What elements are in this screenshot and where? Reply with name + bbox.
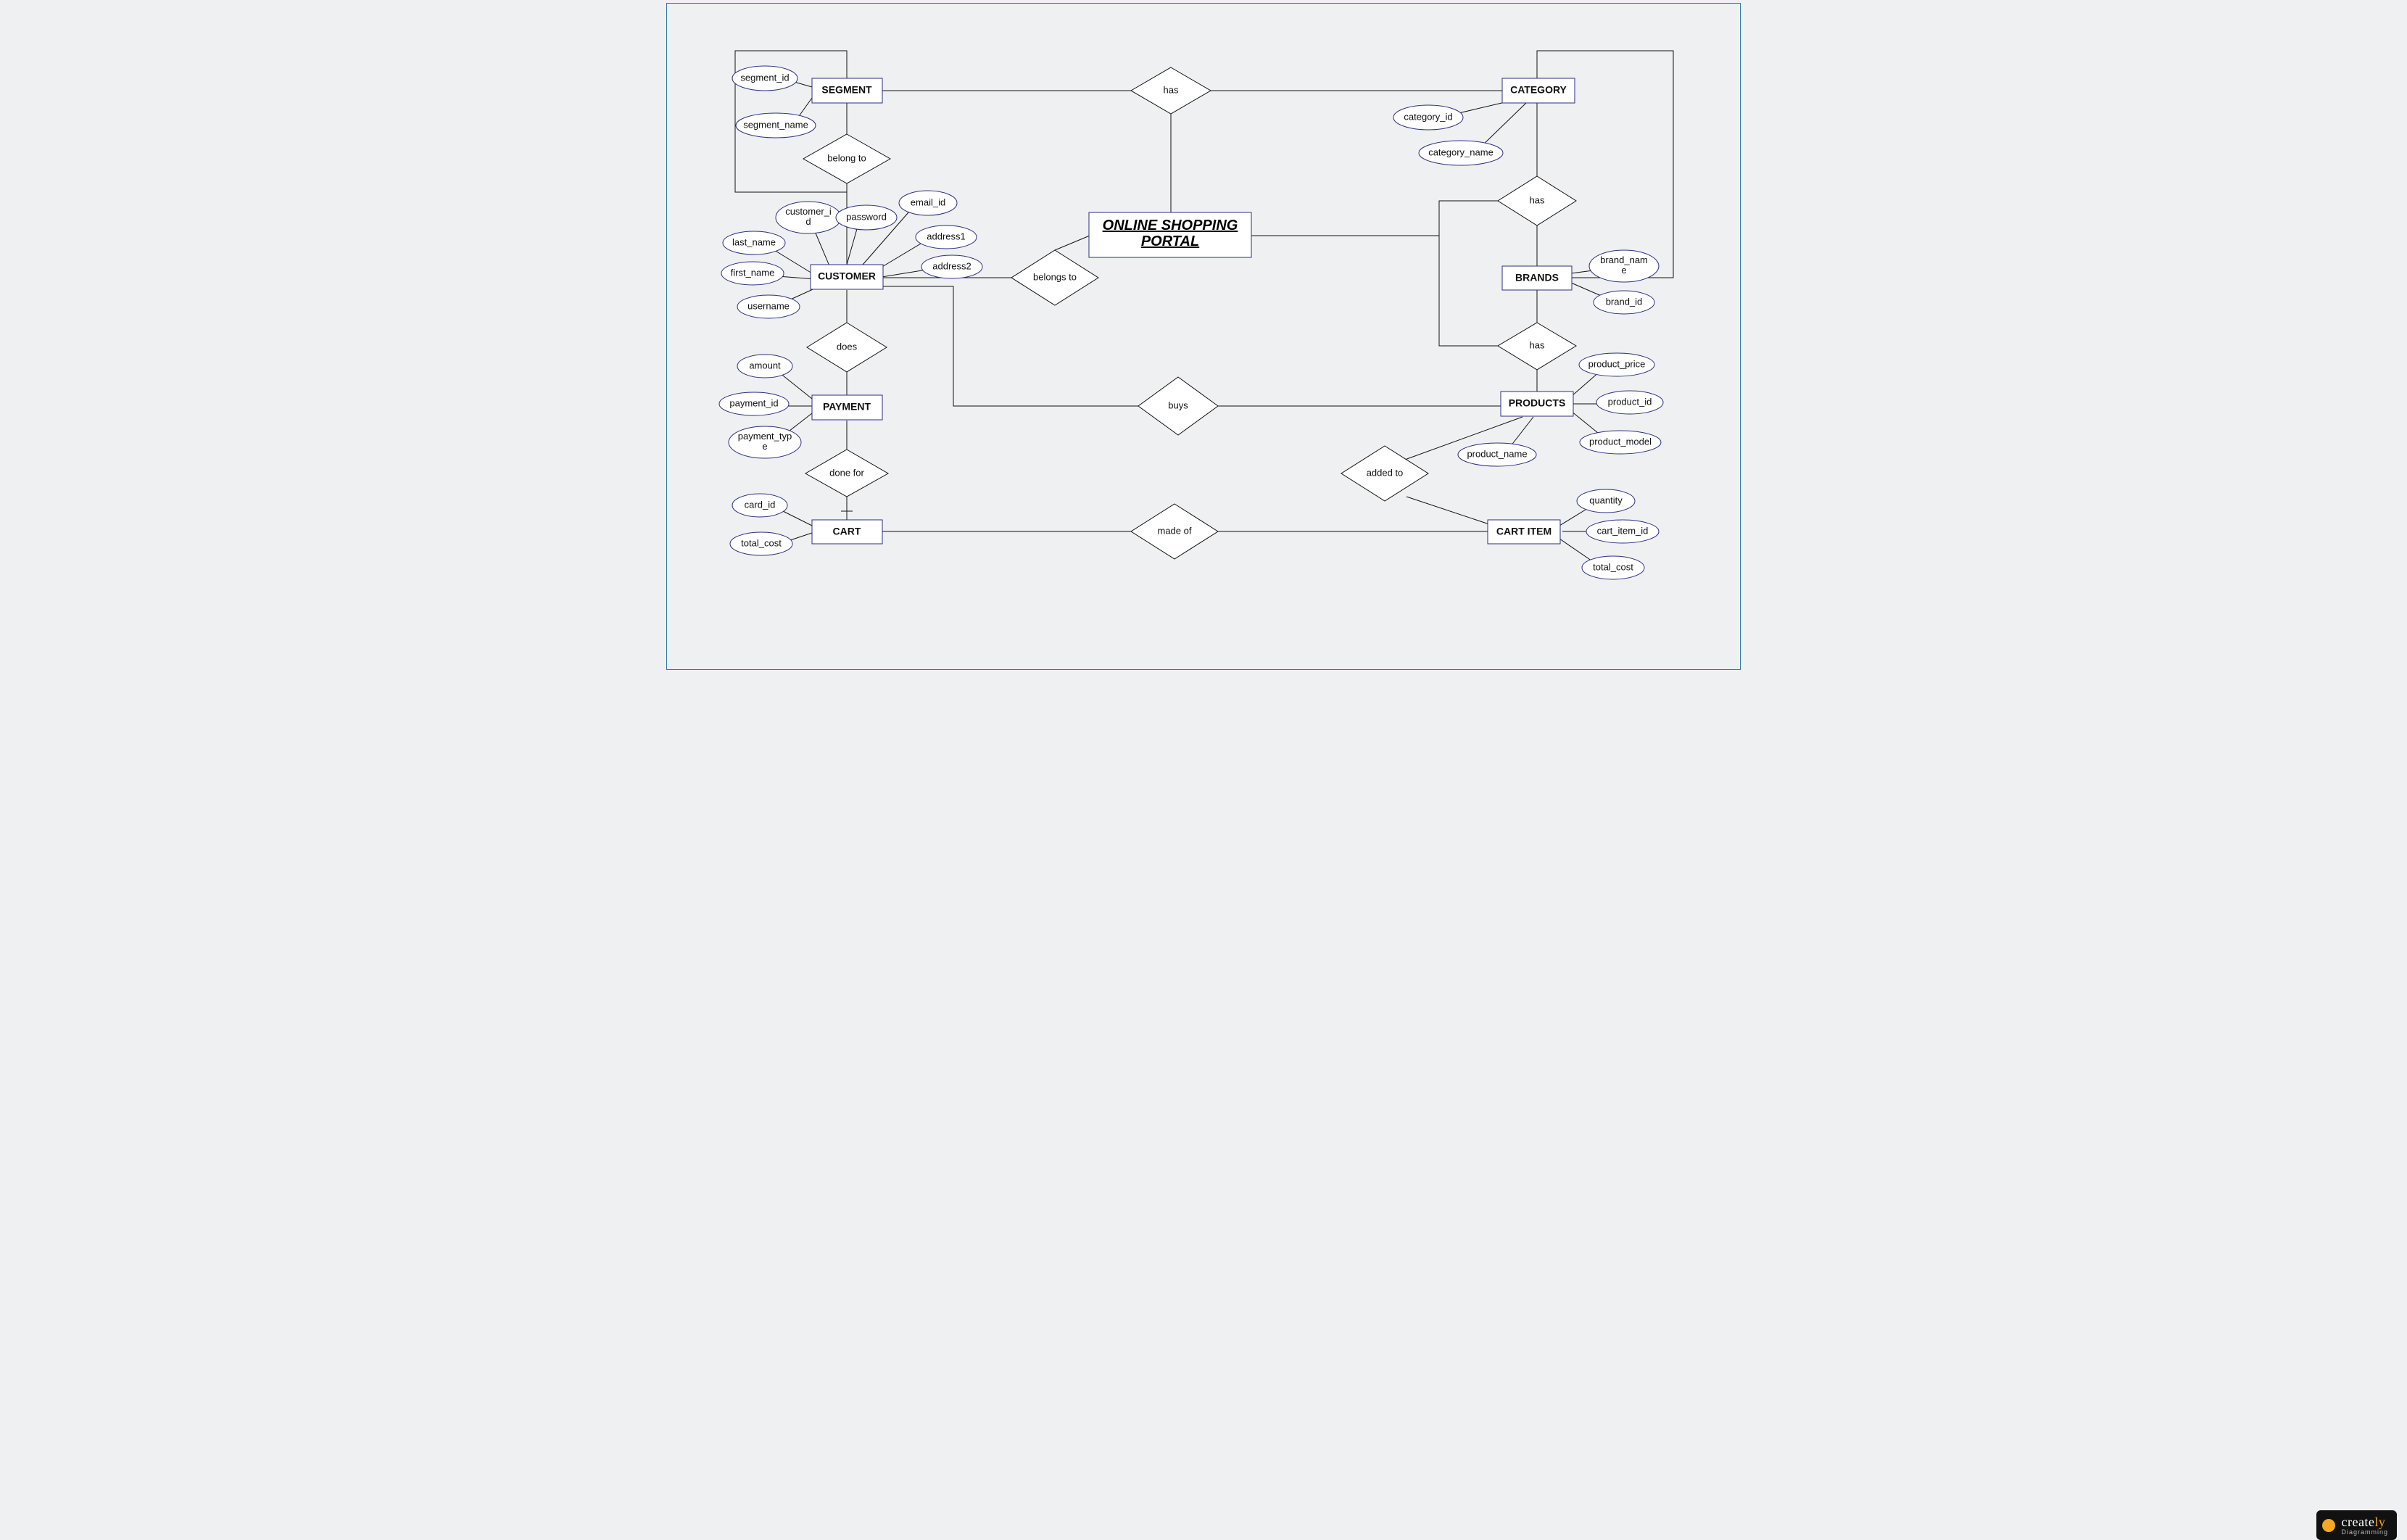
entity-payment: PAYMENT — [812, 395, 882, 420]
svg-text:category_name: category_name — [1428, 146, 1494, 157]
attr-product-model: product_model — [1580, 431, 1661, 454]
svg-text:belongs to: belongs to — [1033, 271, 1077, 282]
svg-text:address2: address2 — [932, 260, 971, 271]
svg-text:product_model: product_model — [1589, 436, 1652, 447]
svg-text:segment_id: segment_id — [740, 72, 789, 83]
attr-payment-type: payment_type — [729, 426, 801, 458]
svg-text:has: has — [1530, 194, 1545, 205]
svg-text:card_id: card_id — [745, 499, 776, 510]
svg-text:total_cost: total_cost — [1593, 561, 1633, 572]
attr-product-id: product_id — [1596, 391, 1663, 414]
svg-text:category_id: category_id — [1404, 111, 1452, 122]
rel-has-brand-prod: has — [1498, 323, 1576, 370]
entity-products-label: PRODUCTS — [1509, 397, 1566, 409]
entity-brands-label: BRANDS — [1515, 272, 1559, 283]
svg-text:has: has — [1164, 84, 1179, 95]
attr-product-price: product_price — [1579, 353, 1654, 376]
attr-cart-item-id: cart_item_id — [1586, 520, 1659, 543]
attr-brand-name: brand_name — [1589, 250, 1659, 282]
rel-made-of: made of — [1131, 504, 1218, 559]
svg-text:segment_name: segment_name — [743, 119, 808, 130]
attr-last-name: last_name — [723, 231, 785, 254]
attr-category-name: category_name — [1419, 141, 1503, 165]
diagram-canvas: SEGMENT CATEGORY CUSTOMER BRANDS PAYMENT… — [666, 3, 1741, 670]
svg-text:first_name: first_name — [731, 267, 775, 278]
svg-text:made of: made of — [1158, 525, 1192, 536]
attr-card-id: card_id — [732, 494, 787, 517]
entity-segment: SEGMENT — [812, 78, 882, 103]
svg-text:amount: amount — [749, 360, 781, 370]
attr-quantity: quantity — [1577, 489, 1635, 513]
rel-has-cat-brand: has — [1498, 176, 1576, 225]
svg-text:payment_id: payment_id — [729, 397, 778, 408]
entity-products: PRODUCTS — [1501, 392, 1573, 416]
portal-title-1: ONLINE SHOPPING — [1103, 218, 1238, 233]
rel-belongs-to: belongs to — [1011, 250, 1098, 305]
attr-password: password — [836, 205, 897, 230]
svg-text:address1: address1 — [927, 231, 965, 241]
svg-text:last_name: last_name — [732, 236, 776, 247]
entity-brands: BRANDS — [1502, 266, 1572, 290]
attr-first-name: first_name — [721, 262, 784, 285]
er-diagram-svg: SEGMENT CATEGORY CUSTOMER BRANDS PAYMENT… — [667, 4, 1741, 671]
entity-category: CATEGORY — [1502, 78, 1575, 103]
svg-text:username: username — [747, 300, 790, 311]
attr-total-cost-item: total_cost — [1582, 556, 1644, 579]
svg-text:password: password — [846, 211, 887, 222]
svg-text:does: does — [837, 341, 858, 352]
attr-address2: address2 — [921, 255, 982, 278]
entity-cart-item-label: CART ITEM — [1496, 526, 1552, 537]
rel-has-top: has — [1131, 67, 1211, 114]
entity-cart-label: CART — [833, 526, 861, 537]
attr-email-id: email_id — [899, 191, 957, 215]
svg-text:product_price: product_price — [1588, 358, 1646, 369]
svg-text:has: has — [1530, 339, 1545, 350]
svg-text:brand_id: brand_id — [1606, 296, 1643, 307]
svg-text:product_name: product_name — [1467, 448, 1527, 459]
attr-address1: address1 — [916, 225, 977, 249]
svg-text:total_cost: total_cost — [741, 537, 782, 548]
logo-tagline: Diagramming — [2341, 1528, 2388, 1536]
creately-logo: creately Diagramming — [2316, 1510, 2397, 1540]
attr-product-name: product_name — [1458, 443, 1536, 466]
svg-text:added to: added to — [1367, 467, 1404, 478]
logo-brand: create — [2341, 1515, 2374, 1529]
rel-does: does — [807, 323, 887, 372]
svg-text:belong to: belong to — [827, 152, 866, 163]
attr-brand-id: brand_id — [1594, 291, 1654, 314]
svg-text:done for: done for — [829, 467, 864, 478]
entity-customer: CUSTOMER — [811, 265, 883, 289]
rel-buys: buys — [1138, 377, 1218, 435]
attr-amount: amount — [737, 355, 792, 378]
svg-text:quantity: quantity — [1589, 494, 1623, 505]
rel-belong-to: belong to — [803, 134, 890, 183]
attr-username: username — [737, 295, 800, 318]
entity-cart: CART — [812, 520, 882, 544]
entity-segment-label: SEGMENT — [821, 84, 872, 96]
entity-customer-label: CUSTOMER — [818, 270, 876, 282]
attr-segment-name: segment_name — [736, 113, 816, 138]
attr-total-cost-cart: total_cost — [730, 532, 792, 555]
logo-brand-accent: ly — [2374, 1515, 2385, 1529]
attr-segment-id: segment_id — [732, 66, 798, 91]
svg-text:cart_item_id: cart_item_id — [1597, 525, 1649, 536]
rel-added-to: added to — [1341, 446, 1428, 501]
attr-customer-id: customer_id — [776, 202, 841, 233]
entity-cart-item: CART ITEM — [1488, 520, 1560, 544]
entity-category-label: CATEGORY — [1510, 84, 1567, 96]
svg-text:buys: buys — [1168, 400, 1188, 410]
svg-text:product_id: product_id — [1608, 396, 1652, 407]
attr-payment-id: payment_id — [719, 392, 789, 415]
portal-title-2: PORTAL — [1141, 233, 1199, 249]
attr-category-id: category_id — [1393, 105, 1463, 130]
rel-done-for: done for — [805, 450, 888, 497]
svg-text:email_id: email_id — [911, 196, 945, 207]
entity-payment-label: PAYMENT — [823, 401, 871, 413]
entity-portal: ONLINE SHOPPING PORTAL — [1089, 212, 1251, 257]
bulb-icon — [2322, 1519, 2335, 1532]
